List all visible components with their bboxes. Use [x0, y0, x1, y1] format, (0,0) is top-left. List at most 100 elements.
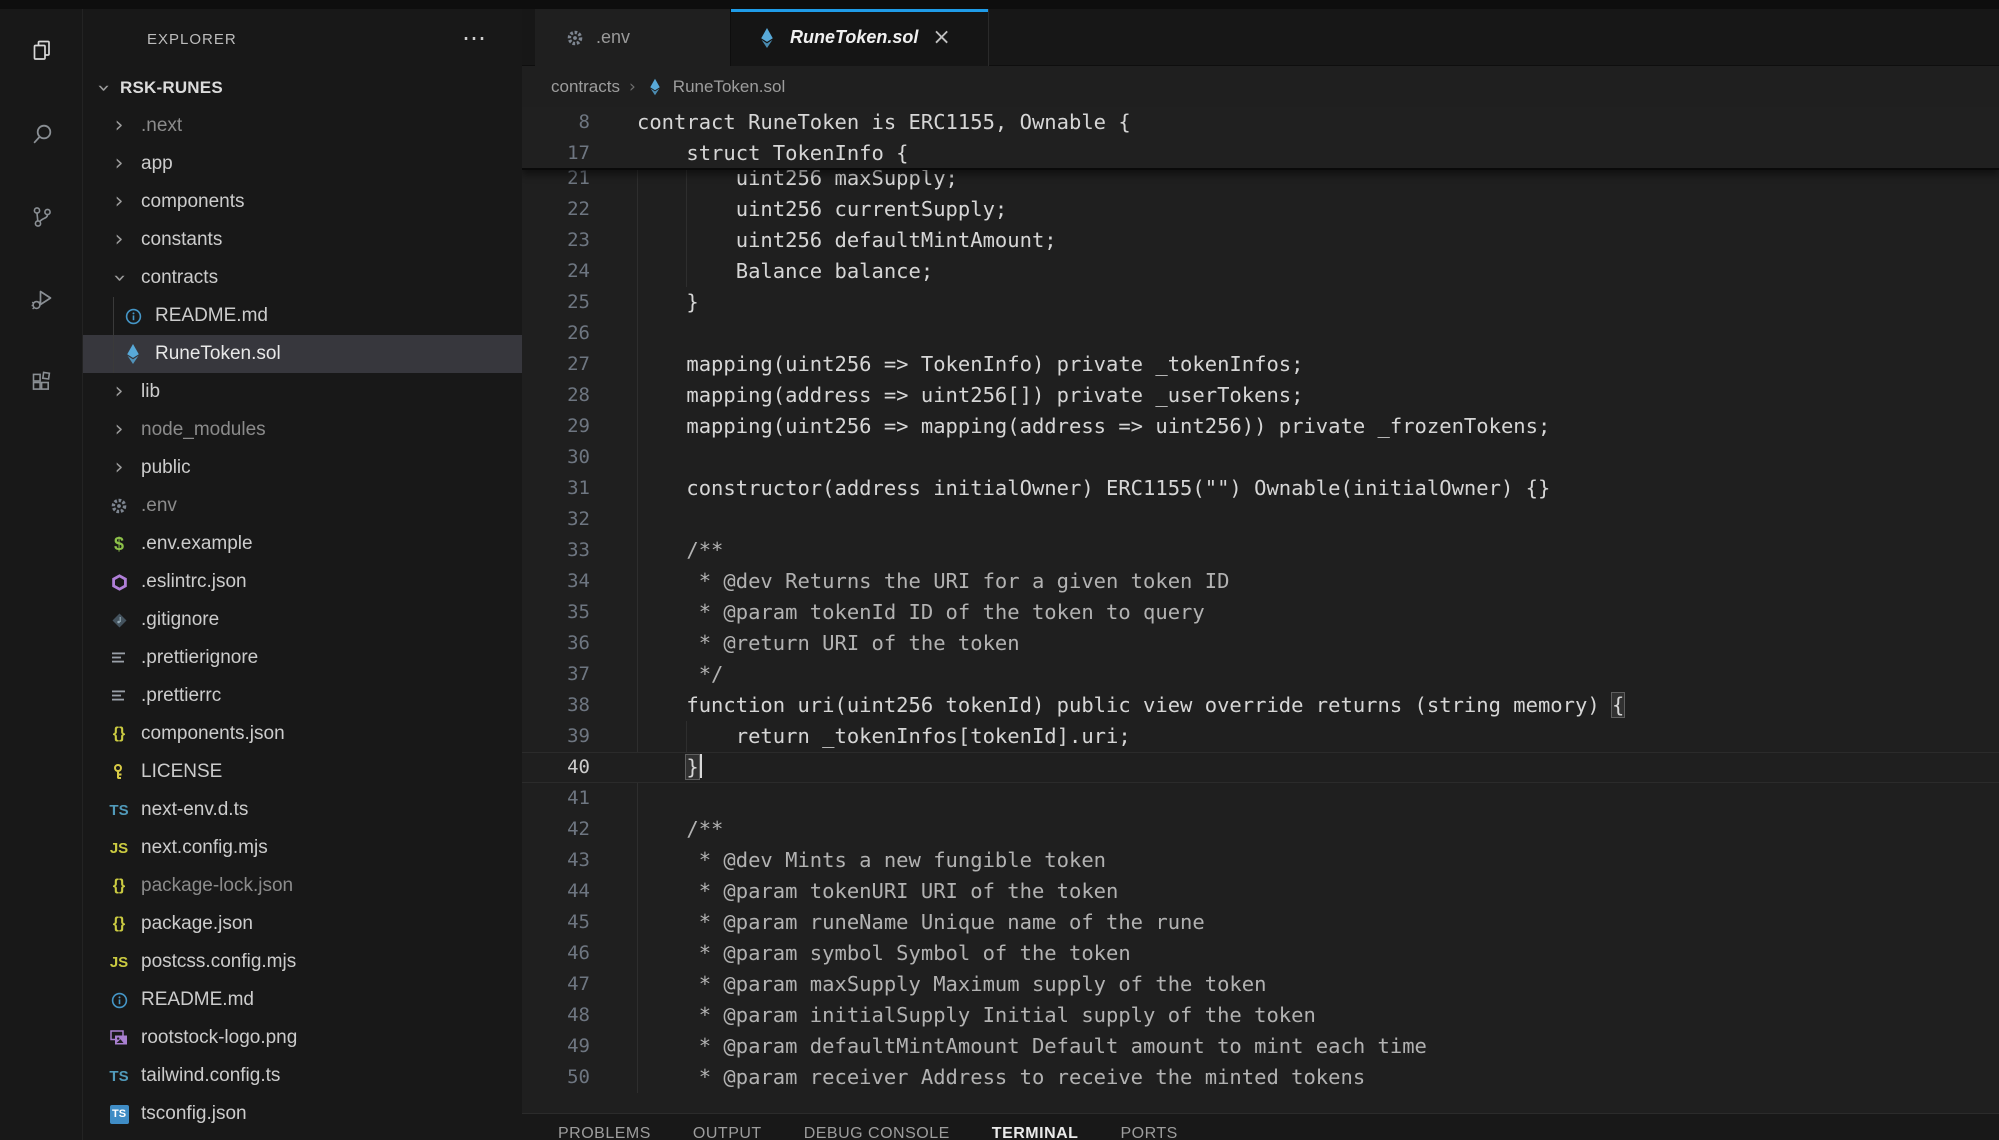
- code-line-35[interactable]: 35 * @param tokenId ID of the token to q…: [522, 597, 1999, 628]
- code-line-37[interactable]: 37 */: [522, 659, 1999, 690]
- tree-file-tailwind.config.ts[interactable]: TStailwind.config.ts: [83, 1057, 522, 1095]
- tree-folder-lib[interactable]: ›lib: [83, 373, 522, 411]
- code-line-48[interactable]: 48 * @param initialSupply Initial supply…: [522, 1000, 1999, 1031]
- code-line-32[interactable]: 32: [522, 504, 1999, 535]
- panel-tab-output[interactable]: OUTPUT: [693, 1125, 762, 1140]
- tree-file-LICENSE[interactable]: LICENSE: [83, 753, 522, 791]
- tree-file-next-env.d.ts[interactable]: TSnext-env.d.ts: [83, 791, 522, 829]
- tree-item-label: public: [141, 457, 191, 479]
- tree-file-components.json[interactable]: {}components.json: [83, 715, 522, 753]
- tree-file-.prettierignore[interactable]: .prettierignore: [83, 639, 522, 677]
- code-line-50[interactable]: 50 * @param receiver Address to receive …: [522, 1062, 1999, 1093]
- tree-folder-public[interactable]: ›public: [83, 449, 522, 487]
- tree-file-RuneToken.sol[interactable]: RuneToken.sol: [83, 335, 522, 373]
- close-icon[interactable]: ×: [932, 28, 950, 48]
- code-line-44[interactable]: 44 * @param tokenURI URI of the token: [522, 876, 1999, 907]
- project-name: RSK-RUNES: [120, 78, 223, 98]
- chevron-right-icon: ›: [109, 116, 129, 136]
- tree-file-rootstock-logo.png[interactable]: rootstock-logo.png: [83, 1019, 522, 1057]
- code-editor[interactable]: 21 uint256 maxSupply;22 uint256 currentS…: [522, 107, 1999, 1113]
- panel-tab-ports[interactable]: PORTS: [1120, 1125, 1177, 1140]
- code-lines[interactable]: 21 uint256 maxSupply;22 uint256 currentS…: [522, 107, 1999, 1093]
- code-line-40[interactable]: 40 }: [522, 752, 1999, 783]
- code-line-41[interactable]: 41: [522, 783, 1999, 814]
- tree-item-label: lib: [141, 381, 160, 403]
- line-number: 33: [522, 535, 590, 566]
- code-line-39[interactable]: 39 return _tokenInfos[tokenId].uri;: [522, 721, 1999, 752]
- tree-file-.env[interactable]: .env: [83, 487, 522, 525]
- activity-item-explorer[interactable]: [0, 9, 83, 92]
- panel-tab-debug-console[interactable]: DEBUG CONSOLE: [804, 1125, 950, 1140]
- tree-file-README.md[interactable]: README.md: [83, 297, 522, 335]
- code-line-47[interactable]: 47 * @param maxSupply Maximum supply of …: [522, 969, 1999, 1000]
- editor-group: .env RuneToken.sol× contracts › RuneToke…: [522, 9, 1999, 1140]
- tree-folder-node_modules[interactable]: ›node_modules: [83, 411, 522, 449]
- code-line-17[interactable]: 17 struct TokenInfo {: [522, 138, 1999, 169]
- tab-.env[interactable]: .env: [535, 9, 731, 66]
- tree-folder-components[interactable]: ›components: [83, 183, 522, 221]
- code-line-8[interactable]: 8contract RuneToken is ERC1155, Ownable …: [522, 107, 1999, 138]
- activity-item-source-control[interactable]: [0, 175, 83, 258]
- code-line-43[interactable]: 43 * @dev Mints a new fungible token: [522, 845, 1999, 876]
- code-line-29[interactable]: 29 mapping(uint256 => mapping(address =>…: [522, 411, 1999, 442]
- line-number: 44: [522, 876, 590, 907]
- project-root-row[interactable]: › RSK-RUNES: [83, 69, 522, 107]
- code-line-24[interactable]: 24 Balance balance;: [522, 256, 1999, 287]
- tree-file-.gitignore[interactable]: .gitignore: [83, 601, 522, 639]
- panel-tab-terminal[interactable]: TERMINAL: [992, 1125, 1079, 1140]
- more-actions-icon[interactable]: ⋯: [462, 34, 488, 44]
- code-line-42[interactable]: 42 /**: [522, 814, 1999, 845]
- code-line-34[interactable]: 34 * @dev Returns the URI for a given to…: [522, 566, 1999, 597]
- code-line-22[interactable]: 22 uint256 currentSupply;: [522, 194, 1999, 225]
- tree-folder-app[interactable]: ›app: [83, 145, 522, 183]
- code-text: mapping(uint256 => mapping(address => ui…: [637, 411, 1550, 442]
- tree-item-label: .eslintrc.json: [141, 571, 247, 593]
- code-line-27[interactable]: 27 mapping(uint256 => TokenInfo) private…: [522, 349, 1999, 380]
- tree-file-.env.example[interactable]: $.env.example: [83, 525, 522, 563]
- breadcrumb-file[interactable]: RuneToken.sol: [673, 77, 785, 97]
- tree-file-tsconfig.json[interactable]: TStsconfig.json: [83, 1095, 522, 1133]
- code-line-31[interactable]: 31 constructor(address initialOwner) ERC…: [522, 473, 1999, 504]
- vscode-window: EXPLORER ⋯ › RSK-RUNES ›.next›app›compon…: [0, 0, 1999, 1140]
- code-line-45[interactable]: 45 * @param runeName Unique name of the …: [522, 907, 1999, 938]
- code-line-26[interactable]: 26: [522, 318, 1999, 349]
- code-line-38[interactable]: 38 function uri(uint256 tokenId) public …: [522, 690, 1999, 721]
- code-text: mapping(address => uint256[]) private _u…: [637, 380, 1303, 411]
- breadcrumb-folder[interactable]: contracts: [551, 77, 620, 97]
- code-line-30[interactable]: 30: [522, 442, 1999, 473]
- code-line-46[interactable]: 46 * @param symbol Symbol of the token: [522, 938, 1999, 969]
- line-number: 39: [522, 721, 590, 752]
- line-number: 32: [522, 504, 590, 535]
- tabbar-spacer: [522, 9, 535, 65]
- activity-item-search[interactable]: [0, 92, 83, 175]
- panel-tab-problems[interactable]: PROBLEMS: [558, 1125, 651, 1140]
- tree-file-README.md[interactable]: README.md: [83, 981, 522, 1019]
- activity-item-run-debug[interactable]: [0, 258, 83, 341]
- tree-folder-contracts[interactable]: ›contracts: [83, 259, 522, 297]
- tree-folder-.next[interactable]: ›.next: [83, 107, 522, 145]
- breadcrumb-separator-icon: ›: [629, 77, 636, 97]
- tree-file-package-lock.json[interactable]: {}package-lock.json: [83, 867, 522, 905]
- tree-item-label: README.md: [141, 989, 254, 1011]
- ethereum-icon: [757, 26, 777, 50]
- tree-file-.prettierrc[interactable]: .prettierrc: [83, 677, 522, 715]
- tree-folder-constants[interactable]: ›constants: [83, 221, 522, 259]
- explorer-title: EXPLORER: [147, 31, 462, 48]
- code-line-25[interactable]: 25 }: [522, 287, 1999, 318]
- tree-file-postcss.config.mjs[interactable]: JSpostcss.config.mjs: [83, 943, 522, 981]
- activity-item-extensions[interactable]: [0, 341, 83, 424]
- tree-item-label: .env.example: [141, 533, 253, 555]
- code-line-28[interactable]: 28 mapping(address => uint256[]) private…: [522, 380, 1999, 411]
- code-line-49[interactable]: 49 * @param defaultMintAmount Default am…: [522, 1031, 1999, 1062]
- code-line-33[interactable]: 33 /**: [522, 535, 1999, 566]
- code-text: /**: [637, 535, 723, 566]
- code-line-36[interactable]: 36 * @return URI of the token: [522, 628, 1999, 659]
- tree-file-next.config.mjs[interactable]: JSnext.config.mjs: [83, 829, 522, 867]
- tree-file-.eslintrc.json[interactable]: .eslintrc.json: [83, 563, 522, 601]
- tree-item-label: components: [141, 191, 245, 213]
- tab-RuneToken.sol[interactable]: RuneToken.sol×: [731, 9, 989, 66]
- line-number: 36: [522, 628, 590, 659]
- code-line-23[interactable]: 23 uint256 defaultMintAmount;: [522, 225, 1999, 256]
- sticky-scroll[interactable]: 8contract RuneToken is ERC1155, Ownable …: [522, 107, 1999, 170]
- tree-file-package.json[interactable]: {}package.json: [83, 905, 522, 943]
